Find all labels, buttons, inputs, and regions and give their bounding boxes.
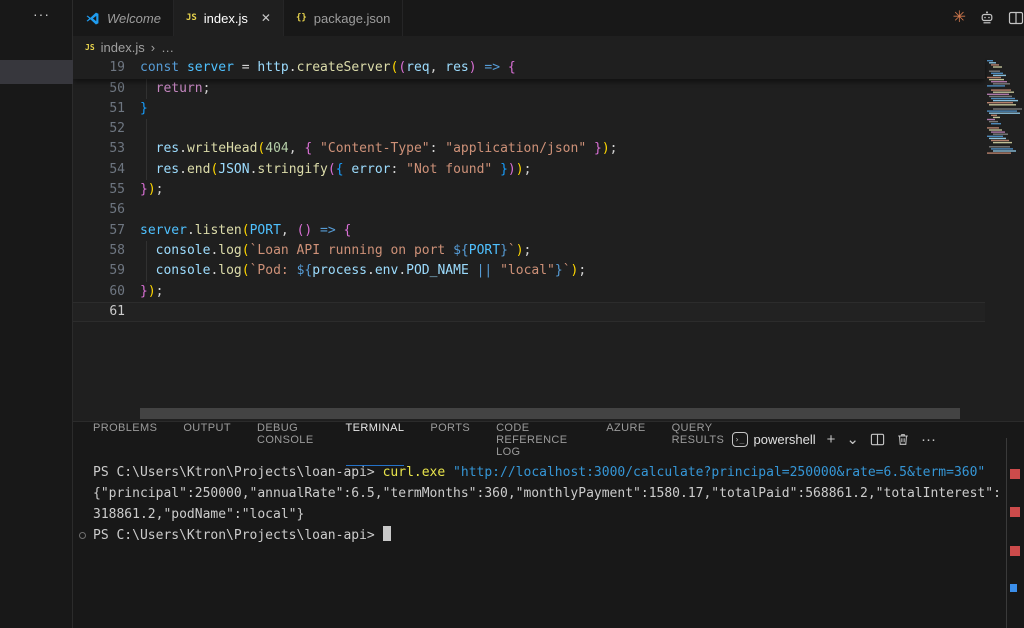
vscode-logo-icon bbox=[85, 11, 100, 26]
tab-label: package.json bbox=[314, 11, 391, 26]
chevron-down-icon[interactable]: ⌄ bbox=[846, 432, 859, 447]
code-line: 53 res.writeHead(404, { "Content-Type": … bbox=[73, 139, 985, 159]
panel-tabs: PROBLEMS OUTPUT DEBUG CONSOLE TERMINAL PORTS… bbox=[93, 412, 732, 466]
bottom-panel: PROBLEMSOUTPUTDEBUG CONSOLETERMINALPORTS… bbox=[73, 421, 1024, 628]
more-actions-icon[interactable]: ··· bbox=[33, 6, 50, 22]
code-line: 51} bbox=[73, 99, 985, 119]
minimap[interactable] bbox=[985, 58, 1024, 421]
new-terminal-icon[interactable]: + bbox=[827, 432, 836, 447]
panel-tab-problems[interactable]: PROBLEMS bbox=[93, 412, 157, 466]
tab-label: Welcome bbox=[107, 11, 161, 26]
js-file-icon: JS bbox=[85, 43, 95, 52]
close-icon[interactable]: ✕ bbox=[261, 11, 271, 25]
terminal-shell-label: powershell bbox=[754, 432, 816, 447]
terminal-overview-ruler bbox=[1006, 438, 1007, 628]
terminal-line: PS C:\Users\Ktron\Projects\loan-api> cur… bbox=[93, 462, 1000, 483]
terminal-line: PS C:\Users\Ktron\Projects\loan-api> bbox=[93, 525, 1000, 546]
terminal-output[interactable]: PS C:\Users\Ktron\Projects\loan-api> cur… bbox=[93, 462, 1000, 546]
code-line: 57server.listen(PORT, () => { bbox=[73, 221, 985, 241]
terminal-actions: ›_ powershell + ⌄ ··· bbox=[732, 432, 1024, 447]
overview-mark-red bbox=[1010, 546, 1020, 556]
editor-group: Welcome JS index.js ✕ {} package.json ✳ … bbox=[73, 0, 1024, 628]
copilot-robot-icon[interactable] bbox=[979, 10, 995, 26]
terminal-icon: ›_ bbox=[732, 432, 748, 447]
overview-mark-red bbox=[1010, 469, 1020, 479]
panel-tab-azure[interactable]: AZURE bbox=[606, 412, 645, 466]
code-line: 55}); bbox=[73, 180, 985, 200]
terminal-line: 318861.2,"podName":"local"} bbox=[93, 504, 1000, 525]
panel-tab-query-results[interactable]: QUERY RESULTS bbox=[672, 412, 732, 466]
code-line: 50 return; bbox=[73, 79, 985, 99]
panel-tab-code-reference-log[interactable]: CODE REFERENCE LOG bbox=[496, 412, 580, 466]
command-decoration-icon[interactable] bbox=[79, 532, 86, 539]
panel-tab-terminal[interactable]: TERMINAL bbox=[346, 412, 405, 466]
code-line: 59 console.log(`Pod: ${process.env.POD_N… bbox=[73, 261, 985, 281]
code-line: 54 res.end(JSON.stringify({ error: "Not … bbox=[73, 160, 985, 180]
extension-spark-icon[interactable]: ✳ bbox=[953, 10, 966, 26]
split-editor-icon[interactable] bbox=[1008, 10, 1024, 26]
editor-lines: 50 return;51}5253 res.writeHead(404, { "… bbox=[73, 79, 985, 323]
tab-welcome[interactable]: Welcome bbox=[73, 0, 174, 36]
overview-mark-red bbox=[1010, 507, 1020, 517]
editor-actions: ✳ bbox=[953, 0, 1024, 36]
code-line: 58 console.log(`Loan API running on port… bbox=[73, 241, 985, 261]
more-actions-icon[interactable]: ··· bbox=[921, 432, 936, 447]
panel-tab-output[interactable]: OUTPUT bbox=[183, 412, 231, 466]
vscode-window: ··· Welcome JS index.js ✕ {} package.jso… bbox=[0, 0, 1024, 628]
panel-tab-ports[interactable]: PORTS bbox=[430, 412, 470, 466]
terminal-cursor bbox=[383, 526, 391, 541]
code-line: 61 bbox=[73, 302, 985, 322]
panel-header: PROBLEMSOUTPUTDEBUG CONSOLETERMINALPORTS… bbox=[73, 422, 1024, 456]
code-line: 52 bbox=[73, 119, 985, 139]
js-file-icon: JS bbox=[186, 13, 197, 23]
sidebar-selected-item[interactable] bbox=[0, 60, 73, 84]
json-file-icon: {} bbox=[296, 13, 307, 23]
terminal-line: {"principal":250000,"annualRate":6.5,"te… bbox=[93, 483, 1000, 504]
kill-terminal-trash-icon[interactable] bbox=[896, 432, 910, 447]
overview-mark-blue bbox=[1010, 584, 1017, 592]
tab-index-js[interactable]: JS index.js ✕ bbox=[174, 0, 284, 36]
terminal-shell-select[interactable]: ›_ powershell bbox=[732, 432, 816, 447]
sticky-scroll-line[interactable]: 19 const server = http.createServer((req… bbox=[73, 58, 985, 79]
split-terminal-icon[interactable] bbox=[870, 432, 885, 447]
tab-bar: Welcome JS index.js ✕ {} package.json ✳ bbox=[73, 0, 1024, 36]
panel-tab-debug-console[interactable]: DEBUG CONSOLE bbox=[257, 412, 320, 466]
sticky-line-code: const server = http.createServer((req, r… bbox=[140, 58, 516, 79]
breadcrumb-separator: › bbox=[151, 40, 155, 55]
sticky-line-number: 19 bbox=[73, 58, 140, 79]
breadcrumb-file[interactable]: index.js bbox=[101, 40, 145, 55]
breadcrumb-symbol-ellipsis[interactable]: … bbox=[161, 40, 174, 55]
code-line: 60}); bbox=[73, 282, 985, 302]
code-line: 56 bbox=[73, 200, 985, 220]
code-editor[interactable]: 50 return;51}5253 res.writeHead(404, { "… bbox=[73, 58, 1024, 421]
sidebar: ··· bbox=[0, 0, 73, 628]
tab-package-json[interactable]: {} package.json bbox=[284, 0, 403, 36]
tab-label: index.js bbox=[204, 11, 248, 26]
breadcrumb: JS index.js › … bbox=[73, 36, 1024, 58]
